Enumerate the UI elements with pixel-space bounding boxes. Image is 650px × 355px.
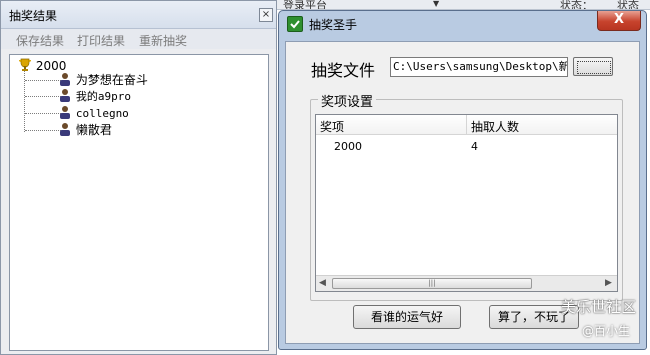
tree-child-label: 我的a9pro bbox=[75, 90, 131, 103]
dialog-titlebar[interactable]: 抽奖圣手 X bbox=[279, 11, 646, 37]
tree-child-node[interactable]: 为梦想在奋斗 bbox=[58, 72, 148, 88]
background-status-label: 状态： bbox=[560, 0, 593, 10]
tree-child-node[interactable]: 我的a9pro bbox=[58, 88, 131, 104]
tree-child-label: collegno bbox=[75, 107, 129, 120]
file-label: 抽奖文件 bbox=[311, 61, 376, 80]
background-status-label-2: 状态 bbox=[617, 0, 639, 10]
watermark-author: @百小生 bbox=[582, 324, 631, 338]
scroll-right-icon[interactable]: ▶ bbox=[605, 278, 612, 288]
dropdown-arrow-icon: ▼ bbox=[433, 0, 440, 8]
result-tree[interactable]: 2000 为梦想在奋斗 我的a9pro collegno 懒散君 bbox=[9, 54, 269, 351]
table-cell-count: 4 bbox=[471, 140, 478, 153]
dialog-title: 抽奖圣手 bbox=[309, 18, 358, 32]
tree-root-label: 2000 bbox=[35, 59, 67, 73]
table-cell-prize: 2000 bbox=[334, 140, 362, 153]
user-icon bbox=[60, 106, 70, 119]
tree-child-label: 为梦想在奋斗 bbox=[75, 73, 148, 87]
background-window-strip: 登录平台 ▼ 状态： 状态 bbox=[277, 0, 650, 10]
dialog-close-button[interactable]: X bbox=[597, 11, 641, 31]
user-icon bbox=[60, 123, 70, 136]
table-header: 奖项 抽取人数 bbox=[316, 115, 617, 135]
user-icon bbox=[60, 73, 70, 86]
column-header-count[interactable]: 抽取人数 bbox=[471, 118, 519, 135]
scroll-thumb[interactable]: ||| bbox=[332, 278, 532, 289]
column-divider[interactable] bbox=[466, 115, 467, 135]
prize-table[interactable]: 奖项 抽取人数 2000 4 ◀ ||| ▶ bbox=[315, 114, 618, 292]
column-header-prize[interactable]: 奖项 bbox=[320, 118, 344, 135]
lucky-draw-button[interactable]: 看谁的运气好 bbox=[353, 305, 461, 329]
tree-child-node[interactable]: collegno bbox=[58, 105, 129, 121]
app-icon bbox=[287, 16, 303, 32]
menu-save-result[interactable]: 保存结果 bbox=[16, 32, 64, 49]
browse-button[interactable] bbox=[573, 57, 613, 76]
file-path-field[interactable]: C:\Users\samsung\Desktop\新建 bbox=[390, 57, 568, 77]
menu-print-result[interactable]: 打印结果 bbox=[77, 32, 125, 49]
horizontal-scrollbar[interactable]: ◀ ||| ▶ bbox=[316, 275, 617, 291]
watermark-text: 美乐世社区 bbox=[561, 298, 637, 316]
tree-child-node[interactable]: 懒散君 bbox=[58, 122, 112, 138]
menu-redraw[interactable]: 重新抽奖 bbox=[139, 32, 187, 49]
lottery-result-window: 抽奖结果 × 保存结果 打印结果 重新抽奖 2000 为梦想在奋斗 我的a9pr… bbox=[0, 0, 277, 355]
left-window-menubar: 保存结果 打印结果 重新抽奖 bbox=[1, 29, 276, 49]
user-icon bbox=[60, 89, 70, 102]
scroll-left-icon[interactable]: ◀ bbox=[319, 278, 326, 288]
left-window-close-button[interactable]: × bbox=[259, 8, 273, 22]
trophy-icon bbox=[19, 58, 31, 71]
left-window-title: 抽奖结果 bbox=[9, 9, 58, 23]
tree-child-label: 懒散君 bbox=[75, 123, 112, 137]
background-platform-label: 登录平台 bbox=[283, 0, 327, 10]
prize-settings-title: 奖项设置 bbox=[318, 91, 377, 110]
left-window-titlebar: 抽奖结果 × bbox=[1, 1, 276, 29]
